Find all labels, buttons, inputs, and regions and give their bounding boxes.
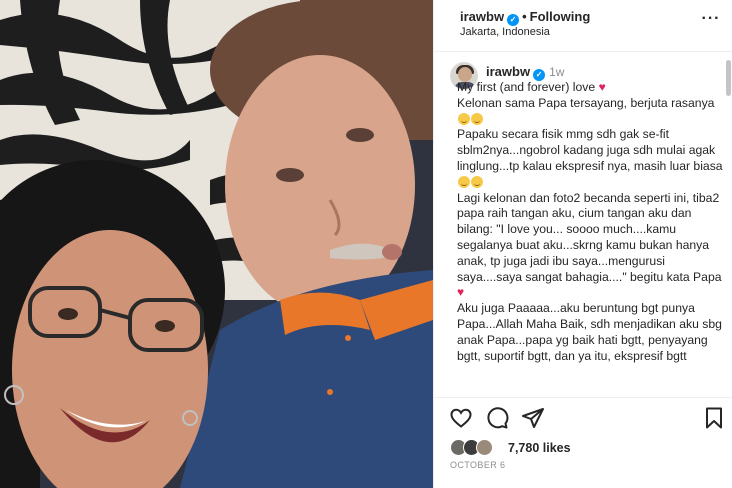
caption-area: irawbw ✓ 1w My first (and forever) love ♥ … bbox=[434, 52, 732, 397]
heart-emoji-icon: ♥ bbox=[457, 285, 465, 300]
header-username-line: irawbw ✓ • Following bbox=[460, 9, 590, 26]
heart-emoji-icon: ♥ bbox=[598, 80, 606, 94]
caption-username-line: irawbw ✓ 1w bbox=[486, 64, 564, 81]
post-photo[interactable] bbox=[0, 0, 433, 488]
smiling-face-emoji-icon bbox=[458, 112, 470, 125]
verified-icon: ✓ bbox=[507, 14, 520, 26]
caption-time[interactable]: 1w bbox=[549, 65, 564, 79]
likes-count[interactable]: 7,780 likes bbox=[508, 441, 571, 455]
caption-line: Kelonan sama Papa tersayang, berjuta ras… bbox=[457, 96, 727, 128]
action-bar bbox=[434, 404, 732, 434]
post-header: irawbw ✓ • Following Jakarta, Indonesia ··· bbox=[434, 0, 732, 50]
caption-line: Papaku secara fisik mmg sdh gak se-fit s… bbox=[457, 127, 727, 190]
likes-row: 7,780 likes bbox=[450, 437, 720, 459]
smiling-face-emoji-icon bbox=[458, 175, 470, 188]
smiling-face-emoji-icon bbox=[471, 112, 483, 125]
following-button[interactable]: Following bbox=[530, 9, 591, 24]
post-date[interactable]: OCTOBER 6 bbox=[450, 460, 505, 470]
caption-text: My first (and forever) love ♥ Kelonan sa… bbox=[457, 80, 727, 364]
post-location[interactable]: Jakarta, Indonesia bbox=[460, 26, 550, 38]
send-icon[interactable] bbox=[521, 406, 545, 430]
smiling-face-emoji-icon bbox=[471, 175, 483, 188]
liker-avatar[interactable] bbox=[476, 439, 493, 456]
caption-username[interactable]: irawbw bbox=[486, 64, 530, 79]
heart-outline-icon[interactable] bbox=[449, 406, 473, 430]
post-sidebar: irawbw ✓ • Following Jakarta, Indonesia ···… bbox=[433, 0, 732, 488]
header-username[interactable]: irawbw bbox=[460, 9, 504, 24]
caption-line: Lagi kelonan dan foto2 becanda seperti i… bbox=[457, 190, 722, 300]
more-options-icon[interactable]: ··· bbox=[701, 11, 721, 28]
caption-scrollbar[interactable] bbox=[726, 60, 731, 96]
caption-line: My first (and forever) love ♥ bbox=[457, 80, 606, 94]
bookmark-icon[interactable] bbox=[702, 406, 726, 430]
actions-divider bbox=[434, 397, 732, 398]
caption-line: Aku juga Paaaaa...aku beruntung bgt puny… bbox=[457, 301, 722, 363]
comment-icon[interactable] bbox=[485, 406, 509, 430]
separator-dot: • bbox=[522, 9, 527, 24]
